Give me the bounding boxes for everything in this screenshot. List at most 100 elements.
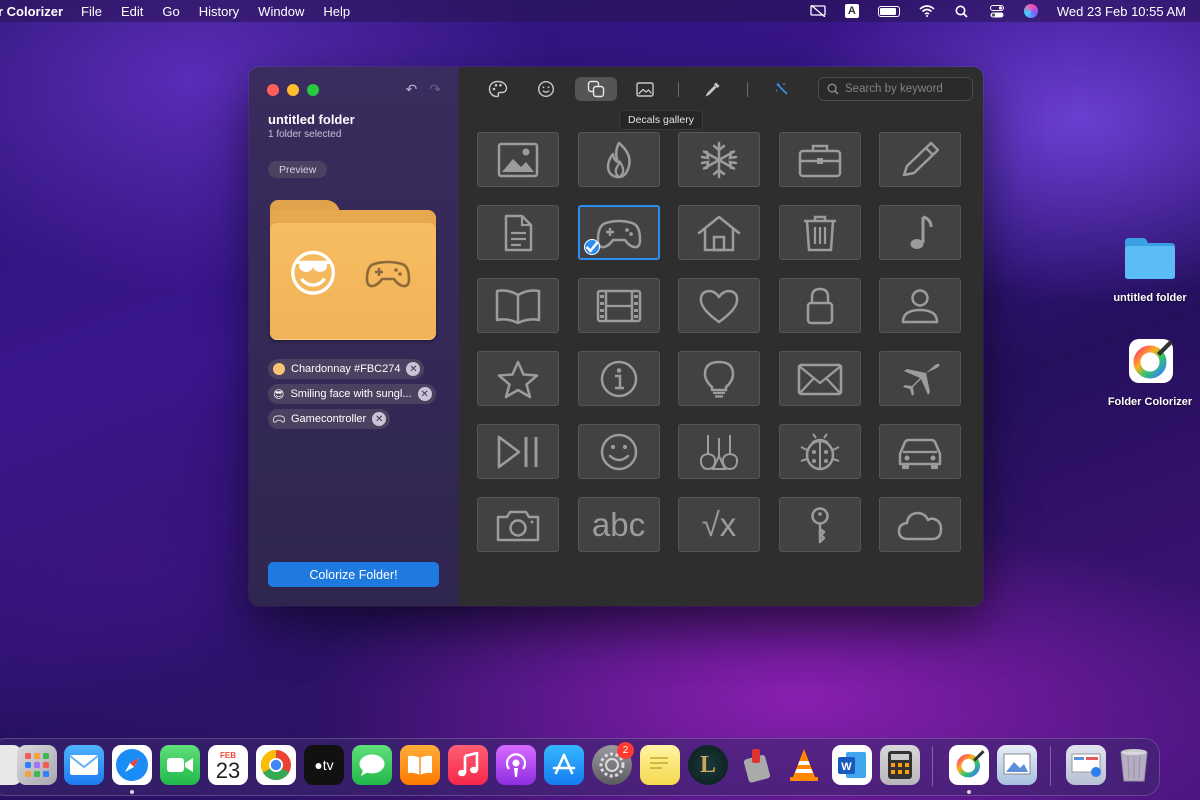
folder-colorizer-app-icon[interactable]: [1127, 337, 1175, 385]
menu-app-name[interactable]: r Colorizer: [0, 4, 63, 19]
undo-icon[interactable]: ↶: [406, 81, 418, 98]
smiley-icon: [600, 433, 637, 470]
decal-house-cell[interactable]: [678, 205, 760, 260]
dock-launchpad-icon[interactable]: [17, 745, 57, 785]
decal-lightbulb-cell[interactable]: [678, 351, 760, 406]
decal-key-cell[interactable]: [778, 497, 861, 552]
search-field[interactable]: [818, 77, 973, 101]
dock-app-store-icon[interactable]: [544, 745, 584, 785]
dock-preview-icon[interactable]: [997, 745, 1037, 785]
input-source-icon[interactable]: A: [844, 4, 859, 18]
remove-decal-tag-button[interactable]: ✕: [372, 412, 387, 426]
control-center-icon[interactable]: [989, 4, 1005, 18]
dock-safari-icon[interactable]: [112, 745, 152, 785]
decal-document-cell[interactable]: [477, 205, 559, 260]
decal-music-note-cell[interactable]: [879, 205, 961, 260]
wifi-icon[interactable]: [919, 4, 935, 18]
image-tool-button[interactable]: [624, 77, 666, 101]
menu-edit[interactable]: Edit: [121, 4, 143, 19]
decal-briefcase-cell[interactable]: [778, 132, 861, 187]
decal-star-cell[interactable]: [477, 351, 559, 406]
dock-books-icon[interactable]: [400, 745, 440, 785]
tag-emoji[interactable]: 😎 Smiling face with sungl... ✕: [268, 384, 436, 404]
dock-app-cleaner-icon[interactable]: [736, 745, 776, 785]
decal-smiley-cell[interactable]: [577, 424, 660, 479]
zoom-window-button[interactable]: [307, 84, 319, 96]
remove-color-tag-button[interactable]: ✕: [406, 362, 421, 376]
dock-trash-icon[interactable]: [1114, 745, 1154, 785]
dock-calendar-icon[interactable]: FEB 23: [208, 745, 248, 785]
battery-icon[interactable]: [877, 5, 900, 17]
airplane-icon: [903, 363, 940, 396]
decal-ladybug-cell[interactable]: [778, 424, 861, 479]
menu-window[interactable]: Window: [258, 4, 304, 19]
siri-icon[interactable]: [1023, 4, 1038, 18]
screen-mirroring-off-icon[interactable]: [810, 4, 826, 18]
dock-mail-icon[interactable]: [64, 745, 104, 785]
decal-pencil-cell[interactable]: [879, 132, 961, 187]
dock-podcasts-icon[interactable]: [496, 745, 536, 785]
decal-car-cell[interactable]: [879, 424, 961, 479]
decal-envelope-cell[interactable]: [778, 351, 861, 406]
decal-person-cell[interactable]: [879, 278, 961, 333]
play-pause-icon: [497, 435, 538, 468]
dock-facetime-icon[interactable]: [160, 745, 200, 785]
camera-icon: [496, 510, 540, 541]
app-cleaner-icon: [743, 749, 771, 783]
desktop-folder-icon[interactable]: [1123, 236, 1177, 280]
decal-cloud-cell[interactable]: [879, 497, 961, 552]
close-window-button[interactable]: [267, 84, 279, 96]
tag-color[interactable]: Chardonnay #FBC274 ✕: [268, 359, 425, 379]
dock-apple-tv-icon[interactable]: ●tv: [304, 745, 344, 785]
menu-bar: r Colorizer File Edit Go History Window …: [0, 0, 1200, 22]
menu-clock[interactable]: Wed 23 Feb 10:55 AM: [1057, 4, 1186, 19]
dock-calculator-icon[interactable]: [880, 745, 920, 785]
decal-lock-cell[interactable]: [778, 278, 861, 333]
decal-film-cell[interactable]: [577, 278, 660, 333]
dock-stickies-icon[interactable]: [640, 745, 680, 785]
decal-gamecontroller-cell[interactable]: [577, 205, 660, 260]
decals-tool-button[interactable]: [575, 77, 617, 101]
tag-decal[interactable]: Gamecontroller ✕: [268, 409, 391, 429]
undo-redo-group: ↶ ↷: [406, 81, 441, 98]
dock-downloads-stack-icon[interactable]: [1066, 745, 1106, 785]
redo-icon[interactable]: ↷: [429, 81, 441, 98]
folder-colorizer-app-label[interactable]: Folder Colorizer: [1096, 396, 1200, 408]
decal-airplane-cell[interactable]: [879, 351, 961, 406]
decal-play-pause-cell[interactable]: [477, 424, 559, 479]
colorize-folder-button[interactable]: Colorize Folder!: [268, 562, 439, 587]
menu-file[interactable]: File: [81, 4, 102, 19]
decal-flame-cell[interactable]: [577, 132, 660, 187]
menu-help[interactable]: Help: [323, 4, 350, 19]
decal-snowflake-cell[interactable]: [678, 132, 760, 187]
dock-vlc-icon[interactable]: [784, 745, 824, 785]
desktop-folder-label[interactable]: untitled folder: [1100, 292, 1200, 304]
decal-image-cell[interactable]: [477, 132, 559, 187]
decal-camera-cell[interactable]: [477, 497, 559, 552]
magic-wand-tool-button[interactable]: [761, 77, 803, 101]
dock-chrome-icon[interactable]: [256, 745, 296, 785]
decal-square-root-cell[interactable]: √x: [678, 497, 760, 552]
decal-heart-cell[interactable]: [678, 278, 760, 333]
decal-abc-cell[interactable]: abc: [577, 497, 660, 552]
menu-history[interactable]: History: [199, 4, 239, 19]
dock-messages-icon[interactable]: [352, 745, 392, 785]
minimize-window-button[interactable]: [287, 84, 299, 96]
dock-music-icon[interactable]: [448, 745, 488, 785]
decal-guitars-cell[interactable]: [678, 424, 760, 479]
gamecontroller-icon: [273, 415, 285, 423]
key-icon: [810, 506, 829, 543]
decal-info-cell[interactable]: [577, 351, 660, 406]
dock-league-of-legends-icon[interactable]: L: [688, 745, 728, 785]
spotlight-search-icon[interactable]: [954, 4, 970, 18]
decal-trash-cell[interactable]: [778, 205, 861, 260]
search-input[interactable]: [845, 83, 969, 95]
decal-book-cell[interactable]: [477, 278, 559, 333]
eyedropper-tool-button[interactable]: [692, 77, 734, 101]
menu-go[interactable]: Go: [162, 4, 179, 19]
remove-emoji-tag-button[interactable]: ✕: [417, 387, 432, 401]
dock-word-icon[interactable]: W: [832, 745, 872, 785]
emoji-tool-button[interactable]: [525, 77, 567, 101]
dock-folder-colorizer-icon[interactable]: [949, 745, 989, 785]
palette-tool-button[interactable]: [477, 77, 519, 101]
